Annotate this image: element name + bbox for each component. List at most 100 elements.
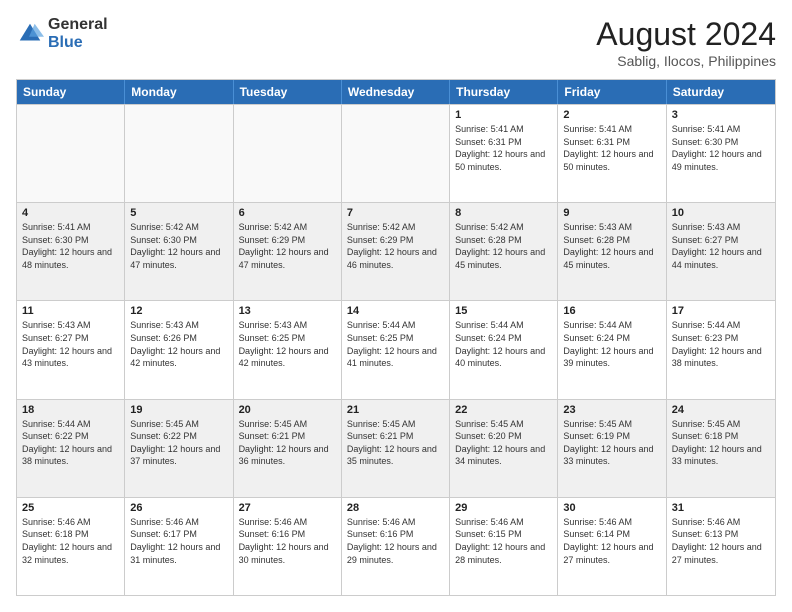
day-number: 24 xyxy=(672,404,770,416)
calendar-week-5: 25Sunrise: 5:46 AMSunset: 6:18 PMDayligh… xyxy=(17,497,775,595)
day-number: 19 xyxy=(130,404,227,416)
day-cell-14: 14Sunrise: 5:44 AMSunset: 6:25 PMDayligh… xyxy=(342,301,450,398)
day-number: 12 xyxy=(130,305,227,317)
day-number: 15 xyxy=(455,305,552,317)
cell-info: Sunrise: 5:43 AMSunset: 6:26 PMDaylight:… xyxy=(130,319,227,369)
day-cell-1: 1 Sunrise: 5:41 AMSunset: 6:31 PMDaylight… xyxy=(450,105,558,202)
cell-info: Sunrise: 5:46 AMSunset: 6:13 PMDaylight:… xyxy=(672,516,770,566)
day-number: 13 xyxy=(239,305,336,317)
cell-info: Sunrise: 5:42 AMSunset: 6:30 PMDaylight:… xyxy=(130,221,227,271)
day-number: 14 xyxy=(347,305,444,317)
cell-info: Sunrise: 5:44 AMSunset: 6:24 PMDaylight:… xyxy=(455,319,552,369)
day-cell-26: 26 Sunrise: 5:46 AMSunset: 6:17 PMDayligh… xyxy=(125,498,233,595)
cell-info: Sunrise: 5:46 AMSunset: 6:16 PMDaylight:… xyxy=(347,516,444,566)
header: General Blue August 2024 Sablig, Ilocos,… xyxy=(16,16,776,69)
day-cell-20: 20Sunrise: 5:45 AMSunset: 6:21 PMDayligh… xyxy=(234,400,342,497)
cell-info: Sunrise: 5:46 AMSunset: 6:15 PMDaylight:… xyxy=(455,516,552,566)
day-cell-31: 31 Sunrise: 5:46 AMSunset: 6:13 PMDayligh… xyxy=(667,498,775,595)
cell-info: Sunrise: 5:42 AMSunset: 6:28 PMDaylight:… xyxy=(455,221,552,271)
calendar-week-1: 1 Sunrise: 5:41 AMSunset: 6:31 PMDaylight… xyxy=(17,104,775,202)
calendar-body: 1 Sunrise: 5:41 AMSunset: 6:31 PMDaylight… xyxy=(17,104,775,595)
day-number: 5 xyxy=(130,207,227,219)
calendar: SundayMondayTuesdayWednesdayThursdayFrid… xyxy=(16,79,776,596)
empty-cell xyxy=(342,105,450,202)
day-cell-27: 27 Sunrise: 5:46 AMSunset: 6:16 PMDayligh… xyxy=(234,498,342,595)
day-cell-28: 28Sunrise: 5:46 AMSunset: 6:16 PMDayligh… xyxy=(342,498,450,595)
day-number: 20 xyxy=(239,404,336,416)
logo-general: General xyxy=(48,16,108,34)
logo: General Blue xyxy=(16,16,108,51)
day-cell-12: 12 Sunrise: 5:43 AMSunset: 6:26 PMDayligh… xyxy=(125,301,233,398)
day-cell-5: 5 Sunrise: 5:42 AMSunset: 6:30 PMDaylight… xyxy=(125,203,233,300)
day-cell-4: 4Sunrise: 5:41 AMSunset: 6:30 PMDaylight… xyxy=(17,203,125,300)
header-day-monday: Monday xyxy=(125,80,233,104)
cell-info: Sunrise: 5:41 AMSunset: 6:31 PMDaylight:… xyxy=(563,123,660,173)
day-number: 22 xyxy=(455,404,552,416)
cell-info: Sunrise: 5:44 AMSunset: 6:22 PMDaylight:… xyxy=(22,418,119,468)
cell-info: Sunrise: 5:42 AMSunset: 6:29 PMDaylight:… xyxy=(239,221,336,271)
cell-info: Sunrise: 5:46 AMSunset: 6:16 PMDaylight:… xyxy=(239,516,336,566)
day-cell-7: 7Sunrise: 5:42 AMSunset: 6:29 PMDaylight… xyxy=(342,203,450,300)
day-cell-29: 29Sunrise: 5:46 AMSunset: 6:15 PMDayligh… xyxy=(450,498,558,595)
cell-info: Sunrise: 5:45 AMSunset: 6:19 PMDaylight:… xyxy=(563,418,660,468)
calendar-week-4: 18Sunrise: 5:44 AMSunset: 6:22 PMDayligh… xyxy=(17,399,775,497)
day-cell-6: 6 Sunrise: 5:42 AMSunset: 6:29 PMDaylight… xyxy=(234,203,342,300)
cell-info: Sunrise: 5:41 AMSunset: 6:31 PMDaylight:… xyxy=(455,123,552,173)
title-block: August 2024 Sablig, Ilocos, Philippines xyxy=(596,16,776,69)
cell-info: Sunrise: 5:43 AMSunset: 6:25 PMDaylight:… xyxy=(239,319,336,369)
day-number: 31 xyxy=(672,502,770,514)
day-cell-15: 15 Sunrise: 5:44 AMSunset: 6:24 PMDayligh… xyxy=(450,301,558,398)
day-cell-25: 25Sunrise: 5:46 AMSunset: 6:18 PMDayligh… xyxy=(17,498,125,595)
cell-info: Sunrise: 5:43 AMSunset: 6:27 PMDaylight:… xyxy=(672,221,770,271)
logo-blue: Blue xyxy=(48,34,108,52)
day-cell-22: 22 Sunrise: 5:45 AMSunset: 6:20 PMDayligh… xyxy=(450,400,558,497)
day-number: 8 xyxy=(455,207,552,219)
day-cell-2: 2 Sunrise: 5:41 AMSunset: 6:31 PMDaylight… xyxy=(558,105,666,202)
day-cell-13: 13 Sunrise: 5:43 AMSunset: 6:25 PMDayligh… xyxy=(234,301,342,398)
logo-text: General Blue xyxy=(48,16,108,51)
header-day-tuesday: Tuesday xyxy=(234,80,342,104)
logo-icon xyxy=(16,20,44,48)
cell-info: Sunrise: 5:45 AMSunset: 6:20 PMDaylight:… xyxy=(455,418,552,468)
cell-info: Sunrise: 5:46 AMSunset: 6:18 PMDaylight:… xyxy=(22,516,119,566)
day-number: 3 xyxy=(672,109,770,121)
day-number: 2 xyxy=(563,109,660,121)
day-cell-8: 8 Sunrise: 5:42 AMSunset: 6:28 PMDaylight… xyxy=(450,203,558,300)
header-day-thursday: Thursday xyxy=(450,80,558,104)
day-cell-11: 11Sunrise: 5:43 AMSunset: 6:27 PMDayligh… xyxy=(17,301,125,398)
day-number: 26 xyxy=(130,502,227,514)
day-number: 10 xyxy=(672,207,770,219)
cell-info: Sunrise: 5:45 AMSunset: 6:21 PMDaylight:… xyxy=(347,418,444,468)
day-cell-23: 23Sunrise: 5:45 AMSunset: 6:19 PMDayligh… xyxy=(558,400,666,497)
day-cell-21: 21 Sunrise: 5:45 AMSunset: 6:21 PMDayligh… xyxy=(342,400,450,497)
day-cell-9: 9 Sunrise: 5:43 AMSunset: 6:28 PMDaylight… xyxy=(558,203,666,300)
day-number: 1 xyxy=(455,109,552,121)
day-cell-16: 16 Sunrise: 5:44 AMSunset: 6:24 PMDayligh… xyxy=(558,301,666,398)
day-number: 16 xyxy=(563,305,660,317)
cell-info: Sunrise: 5:43 AMSunset: 6:28 PMDaylight:… xyxy=(563,221,660,271)
month-year: August 2024 xyxy=(596,16,776,53)
header-day-friday: Friday xyxy=(558,80,666,104)
day-number: 21 xyxy=(347,404,444,416)
day-cell-17: 17Sunrise: 5:44 AMSunset: 6:23 PMDayligh… xyxy=(667,301,775,398)
cell-info: Sunrise: 5:42 AMSunset: 6:29 PMDaylight:… xyxy=(347,221,444,271)
cell-info: Sunrise: 5:46 AMSunset: 6:17 PMDaylight:… xyxy=(130,516,227,566)
cell-info: Sunrise: 5:44 AMSunset: 6:24 PMDaylight:… xyxy=(563,319,660,369)
header-day-wednesday: Wednesday xyxy=(342,80,450,104)
cell-info: Sunrise: 5:45 AMSunset: 6:22 PMDaylight:… xyxy=(130,418,227,468)
day-cell-30: 30Sunrise: 5:46 AMSunset: 6:14 PMDayligh… xyxy=(558,498,666,595)
cell-info: Sunrise: 5:41 AMSunset: 6:30 PMDaylight:… xyxy=(672,123,770,173)
day-number: 27 xyxy=(239,502,336,514)
cell-info: Sunrise: 5:43 AMSunset: 6:27 PMDaylight:… xyxy=(22,319,119,369)
location: Sablig, Ilocos, Philippines xyxy=(596,53,776,69)
header-day-sunday: Sunday xyxy=(17,80,125,104)
day-cell-10: 10 Sunrise: 5:43 AMSunset: 6:27 PMDayligh… xyxy=(667,203,775,300)
cell-info: Sunrise: 5:41 AMSunset: 6:30 PMDaylight:… xyxy=(22,221,119,271)
day-number: 9 xyxy=(563,207,660,219)
empty-cell xyxy=(17,105,125,202)
day-cell-18: 18Sunrise: 5:44 AMSunset: 6:22 PMDayligh… xyxy=(17,400,125,497)
day-number: 30 xyxy=(563,502,660,514)
day-cell-24: 24Sunrise: 5:45 AMSunset: 6:18 PMDayligh… xyxy=(667,400,775,497)
cell-info: Sunrise: 5:44 AMSunset: 6:23 PMDaylight:… xyxy=(672,319,770,369)
day-number: 6 xyxy=(239,207,336,219)
